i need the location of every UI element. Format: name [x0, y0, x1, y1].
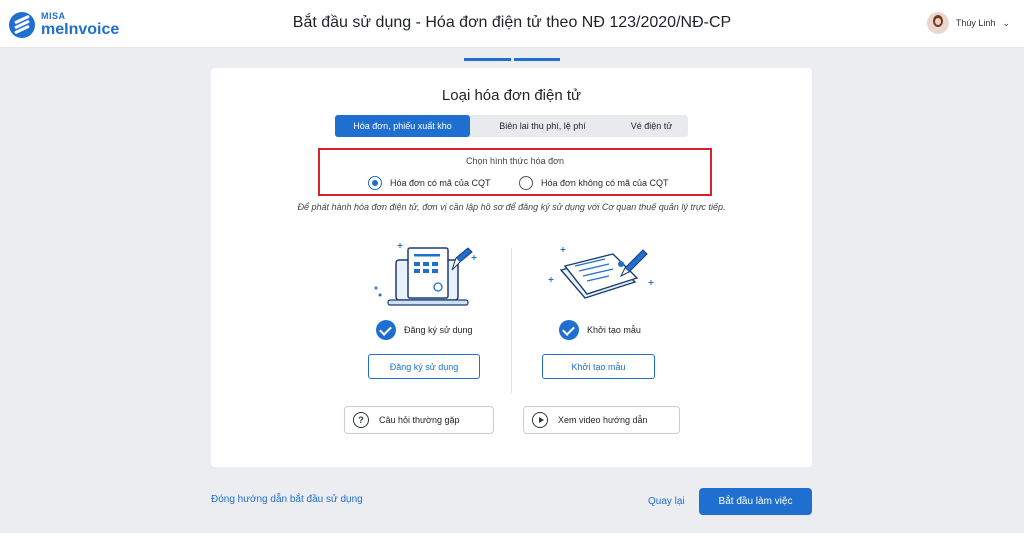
- chevron-down-icon: ⌄: [1002, 17, 1010, 28]
- question-icon: ?: [353, 412, 369, 428]
- radio-label: Hóa đơn có mã của CQT: [390, 178, 491, 188]
- radio-without-tax-code[interactable]: Hóa đơn không có mã của CQT: [519, 176, 668, 190]
- tab-invoice-delivery-note[interactable]: Hóa đơn, phiếu xuất kho: [335, 115, 470, 137]
- laptop-document-icon: [374, 243, 477, 306]
- start-working-button[interactable]: Bắt đầu làm việc: [699, 488, 812, 515]
- page-title: Bắt đầu sử dụng - Hóa đơn điện tử theo N…: [292, 14, 732, 31]
- faq-label: Câu hỏi thường gặp: [379, 415, 460, 425]
- tab-fee-receipt[interactable]: Biên lai thu phí, lệ phí: [470, 115, 615, 137]
- radio-unchecked-icon[interactable]: [519, 176, 533, 190]
- progress-step-1: [464, 58, 511, 61]
- step-register-status: Đăng ký sử dụng: [376, 320, 473, 340]
- create-template-button[interactable]: Khởi tạo mẫu: [542, 354, 655, 379]
- top-bar: MISA meInvoice Bắt đầu sử dụng - Hóa đơn…: [0, 0, 1024, 48]
- user-name: Thúy Linh: [955, 18, 996, 28]
- radio-checked-icon[interactable]: [368, 176, 382, 190]
- step-template-status: Khởi tạo mẫu: [559, 320, 641, 340]
- progress-step-2: [514, 58, 560, 61]
- invoice-type-tabs: Hóa đơn, phiếu xuất kho Biên lai thu phí…: [335, 115, 688, 137]
- papers-pen-icon: [548, 247, 654, 299]
- user-menu[interactable]: Thúy Linh ⌄: [926, 12, 1010, 34]
- video-guide-label: Xem video hướng dẫn: [558, 415, 648, 425]
- instruction-note: Để phát hành hóa đơn điện tử, đơn vị cần…: [297, 202, 726, 212]
- check-circle-icon: [376, 320, 396, 340]
- onboarding-card: Loại hóa đơn điện tử Hóa đơn, phiếu xuất…: [211, 68, 812, 467]
- close-guide-link[interactable]: Đóng hướng dẫn bắt đầu sử dụng: [211, 494, 363, 505]
- card-title: Loại hóa đơn điện tử: [441, 87, 582, 104]
- invoice-form-selector: Chọn hình thức hóa đơn Hóa đơn có mã của…: [318, 148, 712, 196]
- step-template-label: Khởi tạo mẫu: [587, 325, 641, 335]
- radio-with-tax-code[interactable]: Hóa đơn có mã của CQT: [368, 176, 490, 190]
- check-circle-icon: [559, 320, 579, 340]
- faq-button[interactable]: ? Câu hỏi thường gặp: [344, 406, 494, 434]
- radio-label: Hóa đơn không có mã của CQT: [541, 178, 669, 188]
- video-guide-button[interactable]: Xem video hướng dẫn: [523, 406, 680, 434]
- back-link[interactable]: Quay lại: [648, 496, 685, 507]
- column-divider: [511, 248, 512, 393]
- register-button[interactable]: Đăng ký sử dụng: [368, 354, 480, 379]
- play-icon: [532, 412, 548, 428]
- tab-e-ticket[interactable]: Vé điện tử: [615, 115, 688, 137]
- step-register-label: Đăng ký sử dụng: [404, 325, 473, 335]
- invoice-form-label: Chọn hình thức hóa đơn: [466, 156, 564, 166]
- avatar: [926, 12, 949, 34]
